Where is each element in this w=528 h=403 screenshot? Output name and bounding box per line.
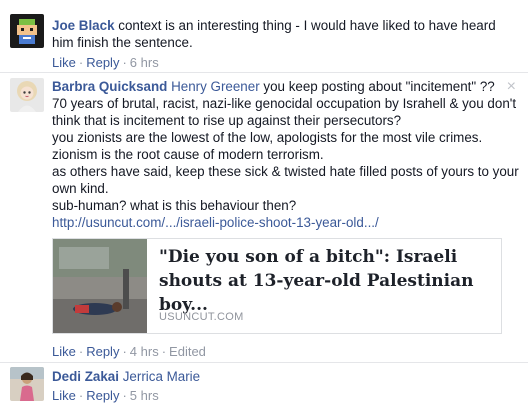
like-button[interactable]: Like <box>52 344 76 359</box>
reply-button[interactable]: Reply <box>86 344 119 359</box>
reply-button[interactable]: Reply <box>86 388 119 403</box>
separator-dot: · <box>122 55 127 70</box>
link-preview-title[interactable]: "Die you son of a bitch": Israeli shouts… <box>159 245 489 317</box>
comment-author[interactable]: Joe Black <box>52 18 115 33</box>
comment-actions: Like · Reply · 4 hrs · Edited <box>52 344 206 359</box>
avatar[interactable] <box>10 78 44 112</box>
separator-dot: · <box>78 388 84 403</box>
shared-link[interactable]: http://usuncut.com/.../israeli-police-sh… <box>52 214 520 231</box>
like-button[interactable]: Like <box>52 388 76 403</box>
link-preview-card[interactable]: "Die you son of a bitch": Israeli shouts… <box>52 238 502 334</box>
separator-dot: · <box>122 344 127 359</box>
avatar-doll-icon <box>10 78 44 112</box>
avatar[interactable] <box>10 367 44 401</box>
comment-text: context is an interesting thing - I woul… <box>52 18 496 50</box>
comment-actions: Like · Reply · 5 hrs <box>52 387 520 403</box>
comment-joe-black: Joe Black context is an interesting thin… <box>0 0 528 72</box>
avatar-pixel-art-icon <box>10 14 44 48</box>
comment-timestamp[interactable]: 5 hrs <box>130 388 159 403</box>
comment-text-line: you zionists are the lowest of the low, … <box>52 130 483 162</box>
comment-dedi-zakai: Dedi Zakai Jerrica Marie Like · Reply · 5 hr… <box>0 363 528 403</box>
separator-dot: · <box>122 388 127 403</box>
mentioned-user[interactable]: Henry Greener <box>171 79 260 94</box>
comment-actions: Like · Reply · 6 hrs <box>52 54 520 71</box>
edited-label[interactable]: Edited <box>169 344 206 359</box>
avatar[interactable] <box>10 14 44 48</box>
comment-author[interactable]: Dedi Zakai <box>52 369 119 384</box>
reply-button[interactable]: Reply <box>86 55 119 70</box>
separator-dot: · <box>161 344 167 359</box>
comment-text-line: as others have said, keep these sick & t… <box>52 164 519 196</box>
link-preview-domain: USUNCUT.COM <box>159 311 244 323</box>
separator-dot: · <box>78 344 84 359</box>
comment-timestamp[interactable]: 4 hrs <box>130 344 159 359</box>
separator-dot: · <box>78 55 84 70</box>
link-preview-image[interactable] <box>53 239 147 333</box>
comment-text-line: sub-human? what is this behaviour then? <box>52 198 297 213</box>
like-button[interactable]: Like <box>52 55 76 70</box>
comment-text-line: 70 years of brutal, racist, nazi-like ge… <box>52 96 517 128</box>
comment-timestamp[interactable]: 6 hrs <box>130 55 159 70</box>
comment-text-line: you keep posting about "incitement" ?? <box>263 79 495 94</box>
mentioned-user[interactable]: Jerrica Marie <box>123 369 200 384</box>
comment-author[interactable]: Barbra Quicksand <box>52 79 167 94</box>
avatar-person-photo-icon <box>10 367 44 401</box>
street-scene-image-icon <box>53 239 147 333</box>
